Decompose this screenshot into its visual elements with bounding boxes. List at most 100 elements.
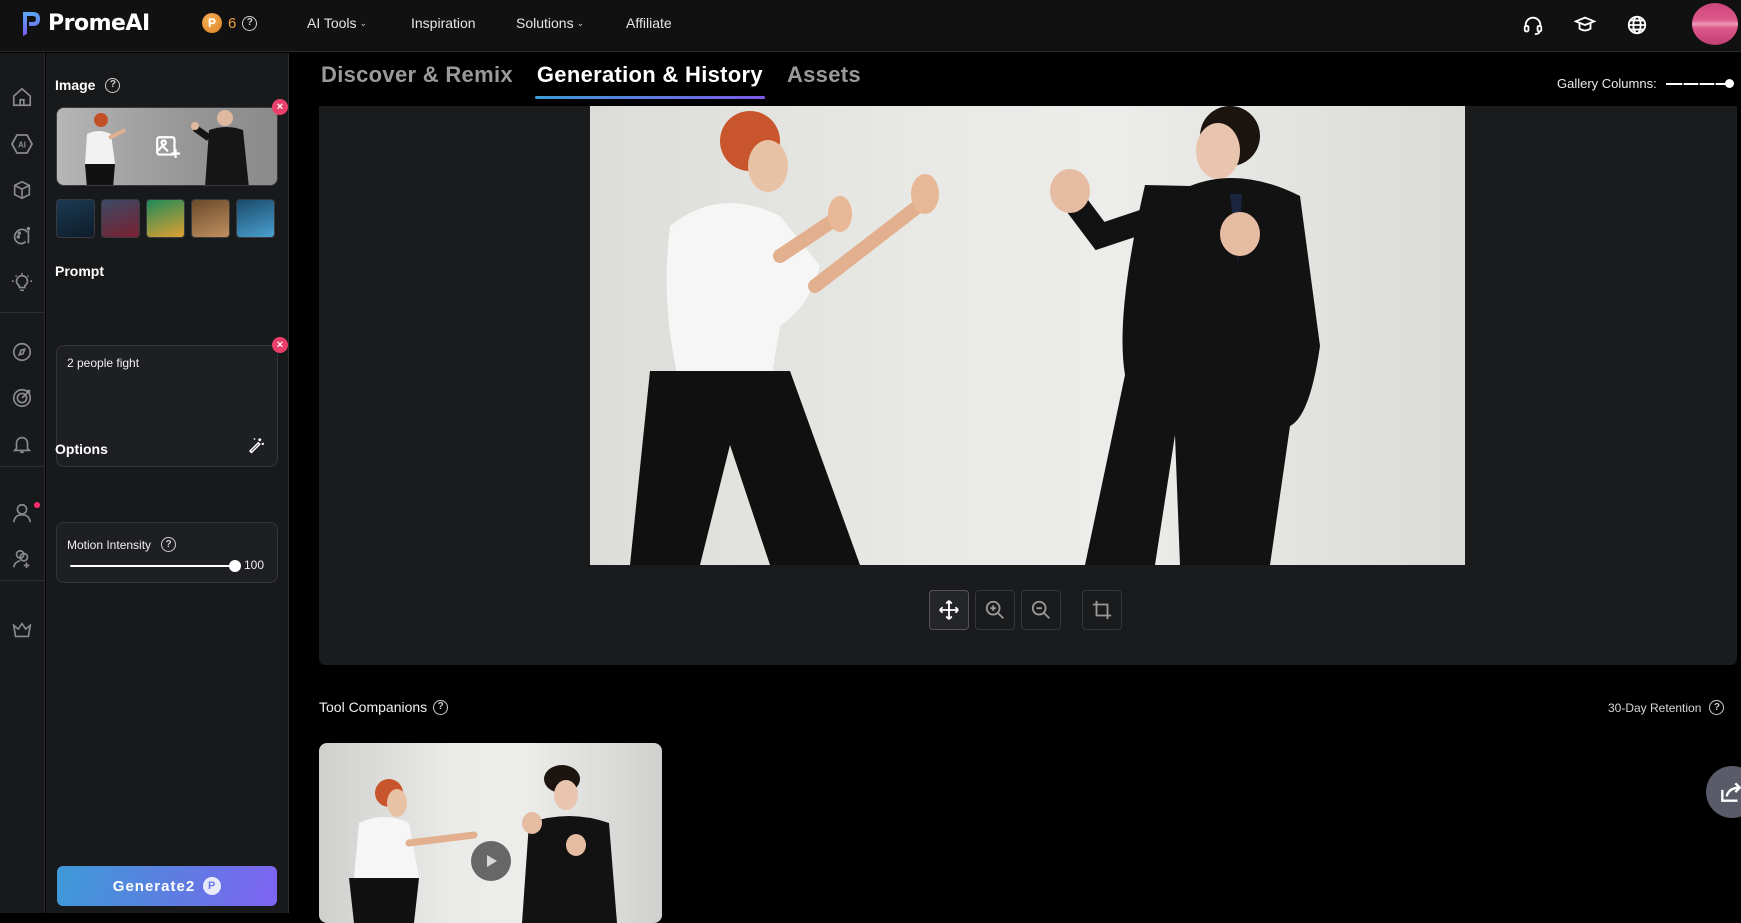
motion-intensity-slider[interactable] xyxy=(70,565,235,567)
globe-icon[interactable] xyxy=(1624,12,1650,38)
sample-image[interactable] xyxy=(191,199,230,238)
help-icon[interactable]: ? xyxy=(105,77,121,93)
share-button[interactable] xyxy=(1706,766,1741,818)
move-icon xyxy=(939,600,959,620)
credits-indicator[interactable]: P 6 ? xyxy=(202,13,258,33)
play-button[interactable] xyxy=(471,841,511,881)
slider-thumb[interactable] xyxy=(1724,78,1734,88)
gallery-columns-label: Gallery Columns: xyxy=(1557,76,1657,91)
settings-panel: Image ? × Prompt 2 people fight × Option… xyxy=(46,53,289,913)
crown-icon[interactable] xyxy=(6,614,38,646)
section-label: Image xyxy=(55,77,96,93)
slider-tick xyxy=(1713,82,1716,85)
avatar[interactable] xyxy=(1692,3,1738,45)
bell-icon[interactable] xyxy=(6,428,38,460)
move-tool-button[interactable] xyxy=(929,590,969,630)
sample-image[interactable] xyxy=(236,199,275,238)
prompt-text[interactable]: 2 people fight xyxy=(67,356,139,370)
motion-intensity-value: 100 xyxy=(244,558,265,572)
generate-label: Generate2 xyxy=(112,877,196,895)
sample-image[interactable] xyxy=(101,199,140,238)
nav-label: AI Tools xyxy=(307,15,357,31)
rail-divider xyxy=(0,312,45,313)
zoom-in-button[interactable] xyxy=(975,590,1015,630)
motion-intensity-label: Motion Intensity ? xyxy=(67,537,177,552)
ai-hexagon-icon[interactable]: AI xyxy=(6,128,38,160)
top-bar: PromeAI P 6 ? AI Tools ⌄ Inspiration Sol… xyxy=(0,0,1741,52)
nav-inspiration[interactable]: Inspiration xyxy=(411,15,476,31)
option-label: Motion Intensity xyxy=(67,537,152,552)
generate-button[interactable]: Generate2 P xyxy=(57,866,277,906)
person-figure-icon xyxy=(191,110,249,185)
help-icon[interactable]: ? xyxy=(242,15,258,31)
chevron-down-icon: ⌄ xyxy=(576,17,585,28)
gallery-columns-slider[interactable] xyxy=(1665,78,1734,88)
target-icon[interactable] xyxy=(6,382,38,414)
zoom-out-button[interactable] xyxy=(1021,590,1061,630)
tab-discover-remix[interactable]: Discover & Remix xyxy=(321,62,513,96)
notification-dot xyxy=(34,502,40,508)
app-name: PromeAI xyxy=(48,10,150,36)
nav-affiliate[interactable]: Affiliate xyxy=(626,15,672,31)
promeai-logo-icon xyxy=(23,12,40,36)
tab-assets[interactable]: Assets xyxy=(787,62,861,96)
remove-image-button[interactable]: × xyxy=(272,99,288,115)
chevron-down-icon: ⌄ xyxy=(359,17,368,28)
section-label: Tool Companions xyxy=(319,699,428,715)
viewer-toolbar-crop xyxy=(1082,590,1122,630)
prompt-section-title: Prompt xyxy=(55,263,104,279)
slider-tick xyxy=(1681,82,1684,85)
retention-label: 30-Day Retention xyxy=(1608,700,1702,715)
cube-icon[interactable] xyxy=(6,174,38,206)
add-image-icon xyxy=(156,136,180,158)
tool-companions-title: Tool Companions ? xyxy=(319,699,449,715)
user-icon[interactable] xyxy=(6,497,40,529)
credit-coin-icon: P xyxy=(202,13,222,33)
lightbulb-icon[interactable] xyxy=(6,267,38,299)
help-icon[interactable]: ? xyxy=(161,537,177,552)
compass-icon[interactable] xyxy=(6,336,38,368)
person-figure-icon xyxy=(85,113,126,185)
svg-text:AI: AI xyxy=(18,141,26,150)
share-icon xyxy=(1721,782,1741,802)
sample-images xyxy=(56,199,275,238)
crop-icon xyxy=(1092,600,1112,620)
crop-button[interactable] xyxy=(1082,590,1122,630)
palette-icon[interactable] xyxy=(6,220,38,252)
logo[interactable]: PromeAI xyxy=(20,8,150,38)
nav-label: Affiliate xyxy=(626,15,672,31)
clear-prompt-button[interactable]: × xyxy=(272,337,288,353)
section-label: Prompt xyxy=(55,263,104,279)
user-add-icon[interactable] xyxy=(6,543,38,575)
nav-label: Solutions xyxy=(516,15,574,31)
generated-image[interactable] xyxy=(590,106,1465,565)
image-upload-area[interactable] xyxy=(56,107,278,186)
sample-image[interactable] xyxy=(146,199,185,238)
magic-wand-icon[interactable] xyxy=(247,436,265,454)
options-section-title: Options xyxy=(55,441,108,457)
rail-divider xyxy=(0,466,45,467)
sample-image[interactable] xyxy=(56,199,95,238)
zoom-in-icon xyxy=(985,600,1004,619)
slider-tick xyxy=(1697,82,1700,85)
viewer-toolbar xyxy=(929,590,1061,630)
image-viewer xyxy=(319,106,1737,665)
image-section-title: Image ? xyxy=(55,77,121,93)
zoom-out-icon xyxy=(1031,600,1050,619)
nav-label: Inspiration xyxy=(411,15,476,31)
icon-rail: AI xyxy=(0,53,45,913)
fight-scene-illustration xyxy=(630,106,1320,565)
nav-ai-tools[interactable]: AI Tools ⌄ xyxy=(307,15,367,31)
tab-generation-history[interactable]: Generation & History xyxy=(534,62,765,99)
graduation-cap-icon[interactable] xyxy=(1572,12,1598,38)
help-icon[interactable]: ? xyxy=(1709,700,1725,715)
slider-thumb[interactable] xyxy=(229,560,241,572)
gallery-columns-control: Gallery Columns: xyxy=(1557,76,1734,91)
main-tabs: Discover & Remix Generation & History As… xyxy=(321,62,861,99)
headset-icon[interactable] xyxy=(1520,12,1546,38)
video-result-card[interactable] xyxy=(319,743,662,923)
home-icon[interactable] xyxy=(6,81,38,113)
credit-count: 6 xyxy=(228,14,237,32)
nav-solutions[interactable]: Solutions ⌄ xyxy=(516,15,584,31)
help-icon[interactable]: ? xyxy=(433,699,449,715)
